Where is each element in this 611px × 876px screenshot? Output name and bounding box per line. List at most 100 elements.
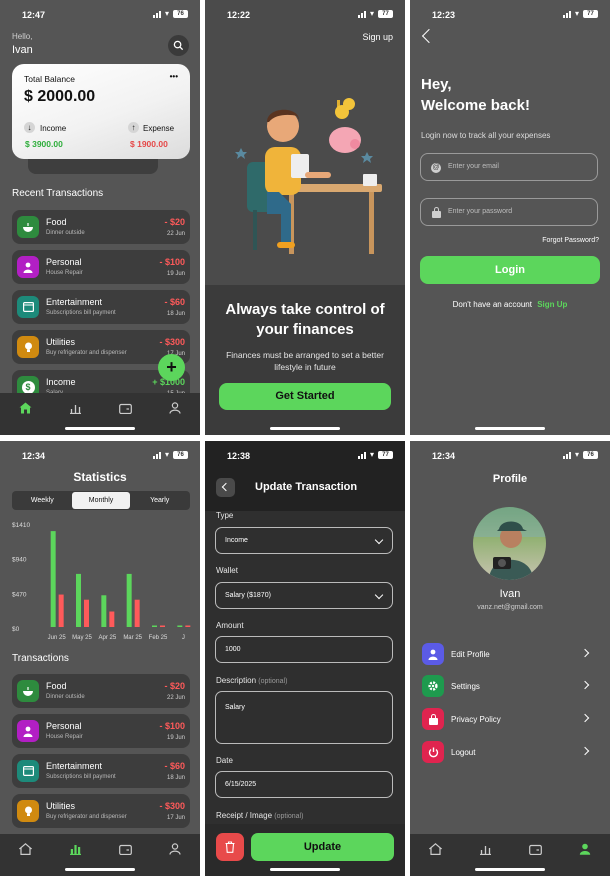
transaction-sub: Buy refrigerator and dispenser — [46, 350, 127, 356]
gear-icon — [422, 675, 444, 697]
transaction-sub: Subscriptions bill payment — [46, 310, 116, 316]
tab-wallet[interactable] — [116, 399, 134, 417]
person-icon — [17, 720, 39, 742]
profile-email: vanz.net@gmail.com — [477, 604, 543, 611]
arrow-down-icon: ↓ — [24, 122, 35, 133]
no-account-text: Don't have an account — [452, 300, 532, 309]
period-segmented-control: Weekly Monthly Yearly — [12, 491, 190, 510]
wallet-label: Wallet — [216, 566, 238, 575]
avatar[interactable] — [473, 507, 546, 580]
battery-icon: 76 — [173, 451, 188, 459]
home-icon — [19, 402, 31, 414]
transaction-sub: Dinner outside — [46, 694, 85, 700]
description-input[interactable]: Salary — [215, 691, 393, 744]
status-time: 12:34 — [22, 451, 46, 461]
password-field[interactable]: Enter your password — [420, 198, 598, 226]
transaction-amount: - $60 — [164, 761, 185, 771]
tab-profile[interactable] — [576, 840, 594, 858]
add-transaction-button[interactable]: + — [158, 354, 185, 381]
title-hey: Hey, — [421, 76, 452, 93]
tab-home[interactable] — [426, 840, 444, 858]
y-tick-label: $470 — [12, 591, 27, 598]
tab-wallet[interactable] — [526, 840, 544, 858]
tab-stats[interactable] — [66, 840, 84, 858]
email-field[interactable]: @ Enter your email — [420, 153, 598, 181]
get-started-button[interactable]: Get Started — [219, 383, 391, 410]
update-transaction-screen: 12:38 ▾ 77 Update Transaction Type Incom… — [205, 441, 405, 876]
search-button[interactable] — [168, 35, 189, 56]
transaction-item[interactable]: Utilities Buy refrigerator and dispenser… — [12, 794, 190, 828]
finance-illustration — [235, 98, 382, 254]
chart-icon — [479, 846, 491, 855]
type-select[interactable]: Income — [215, 527, 393, 554]
section-title: Recent Transactions — [12, 188, 104, 199]
tab-home[interactable] — [16, 840, 34, 858]
transaction-item[interactable]: Food Dinner outside - $20 22 Jun — [12, 674, 190, 708]
status-time: 12:22 — [227, 10, 251, 20]
transaction-name: Personal — [46, 257, 82, 267]
balance-card[interactable]: Total Balance ••• $ 2000.00 ↓ Income $ 3… — [12, 64, 190, 159]
update-button[interactable]: Update — [251, 833, 394, 861]
chart-bar — [109, 611, 115, 627]
user-icon — [422, 643, 444, 665]
transaction-sub: Buy refrigerator and dispenser — [46, 814, 127, 820]
sign-up-link[interactable]: Sign up — [362, 32, 393, 42]
segment-monthly[interactable]: Monthly — [71, 492, 131, 509]
transaction-name: Income — [46, 377, 76, 387]
wifi-icon: ▾ — [574, 9, 579, 18]
sign-up-link[interactable]: Sign Up — [537, 300, 567, 309]
arrow-up-icon: ↑ — [128, 122, 139, 133]
user-name: Ivan — [12, 44, 33, 56]
more-icon[interactable]: ••• — [170, 72, 178, 81]
x-tick-label: May 25 — [72, 635, 92, 641]
transaction-sub: House Repair — [46, 734, 83, 740]
tab-home[interactable] — [16, 399, 34, 417]
entertainment-icon — [17, 760, 39, 782]
signal-icon — [357, 10, 366, 18]
amount-label: Amount — [216, 621, 244, 630]
tab-profile[interactable] — [166, 399, 184, 417]
transaction-item[interactable]: Food Dinner outside - $20 22 Jun — [12, 210, 190, 244]
transaction-item[interactable]: Personal House Repair - $100 19 Jun — [12, 250, 190, 284]
forgot-password-link[interactable]: Forgot Password? — [542, 237, 599, 244]
tab-profile[interactable] — [166, 840, 184, 858]
wifi-icon: ▾ — [369, 450, 374, 459]
chart-icon — [69, 845, 81, 855]
avatar-photo — [473, 507, 546, 580]
subheadline: Finances must be arranged to set a bette… — [226, 350, 384, 372]
battery-icon: 76 — [583, 451, 598, 459]
menu-edit-profile[interactable]: Edit Profile — [422, 643, 600, 667]
segment-yearly[interactable]: Yearly — [130, 492, 189, 509]
type-label: Type — [216, 511, 234, 520]
page-title: Profile — [492, 473, 528, 485]
login-button[interactable]: Login — [420, 256, 600, 284]
transaction-item[interactable]: Entertainment Subscriptions bill payment… — [12, 754, 190, 788]
back-icon — [221, 482, 231, 492]
tab-stats[interactable] — [476, 840, 494, 858]
page-title: Update Transaction — [255, 481, 358, 493]
transaction-item[interactable]: Entertainment Subscriptions bill payment… — [12, 290, 190, 324]
menu-settings[interactable]: Settings — [422, 675, 600, 699]
transaction-item[interactable]: Personal House Repair - $100 19 Jun — [12, 714, 190, 748]
transaction-name: Food — [46, 681, 67, 691]
amount-input[interactable]: 1000 — [215, 636, 393, 663]
transaction-date: 22 Jun — [166, 695, 185, 701]
menu-logout[interactable]: Logout — [422, 741, 600, 765]
delete-button[interactable] — [216, 833, 244, 861]
back-button[interactable] — [216, 478, 235, 497]
bulb-icon — [17, 336, 39, 358]
transaction-name: Utilities — [46, 801, 76, 811]
lock-icon — [432, 207, 441, 218]
menu-privacy-policy[interactable]: Privacy Policy — [422, 708, 600, 732]
tab-wallet[interactable] — [116, 840, 134, 858]
wallet-select[interactable]: Salary ($1870) — [215, 582, 393, 609]
segment-weekly[interactable]: Weekly — [13, 492, 72, 509]
date-input[interactable]: 6/15/2025 — [215, 771, 393, 798]
income-value: $ 3900.00 — [25, 139, 63, 149]
chart-bar — [58, 594, 64, 627]
lock-icon — [422, 708, 444, 730]
tab-stats[interactable] — [66, 399, 84, 417]
back-icon[interactable] — [421, 28, 437, 44]
title-welcome: Welcome back! — [421, 97, 530, 114]
receipt-label: Receipt / Image (optional) — [216, 811, 303, 820]
